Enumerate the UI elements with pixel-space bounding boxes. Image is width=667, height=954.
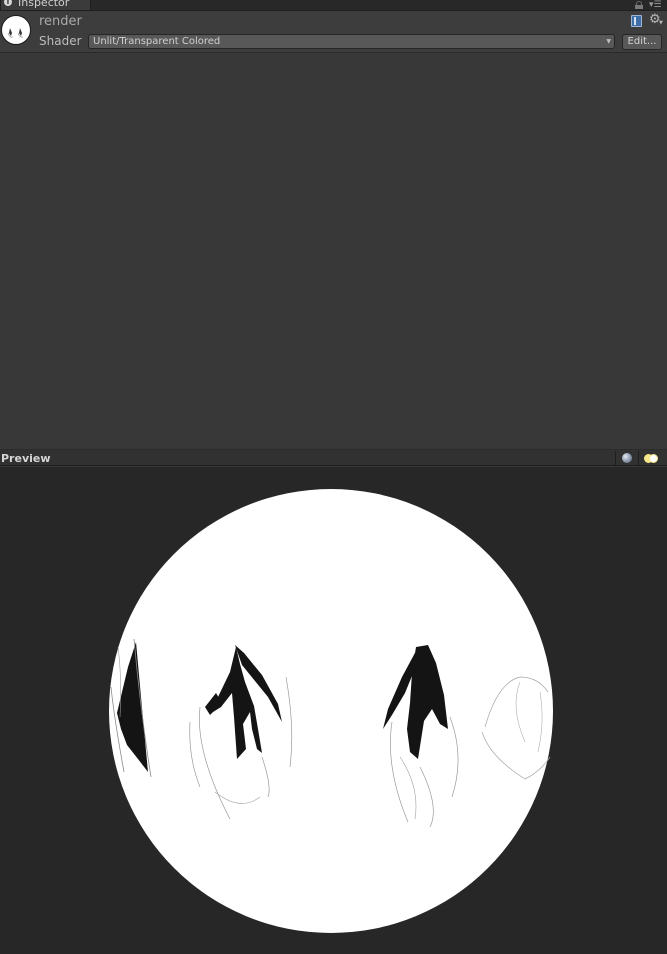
tab-label: Inspector (18, 0, 70, 9)
chevron-down-icon: ▼ (606, 38, 611, 45)
preview-header[interactable]: Preview (0, 449, 667, 466)
help-book-icon[interactable] (631, 15, 642, 27)
edit-shader-button[interactable]: Edit... (622, 34, 662, 50)
sphere-mesh-icon[interactable] (622, 453, 632, 463)
shader-value: Unlit/Transparent Colored (93, 36, 221, 47)
preview-title: Preview (1, 452, 51, 465)
lock-icon[interactable] (635, 1, 643, 9)
material-name: render (39, 14, 82, 29)
info-icon: i (4, 0, 12, 6)
preview-divider (638, 451, 639, 465)
gear-caret-icon: ▼ (659, 20, 663, 26)
material-thumbnail (1, 15, 31, 45)
shader-dropdown[interactable]: Unlit/Transparent Colored ▼ (88, 34, 615, 49)
preview-divider (615, 451, 616, 465)
preview-viewport[interactable] (0, 467, 667, 954)
tab-menu-icon[interactable]: ▾☰ (649, 1, 662, 10)
preview-sphere-render (109, 489, 553, 933)
tab-bar: i Inspector ▾☰ (0, 0, 667, 11)
inspector-body (0, 54, 667, 449)
tab-inspector[interactable]: i Inspector (0, 0, 91, 11)
material-header: render Shader Unlit/Transparent Colored … (0, 11, 667, 53)
light-toggle-icon[interactable] (644, 454, 659, 463)
shader-label: Shader (39, 34, 82, 48)
preview-sphere (109, 489, 553, 933)
light-b-icon (649, 454, 658, 463)
